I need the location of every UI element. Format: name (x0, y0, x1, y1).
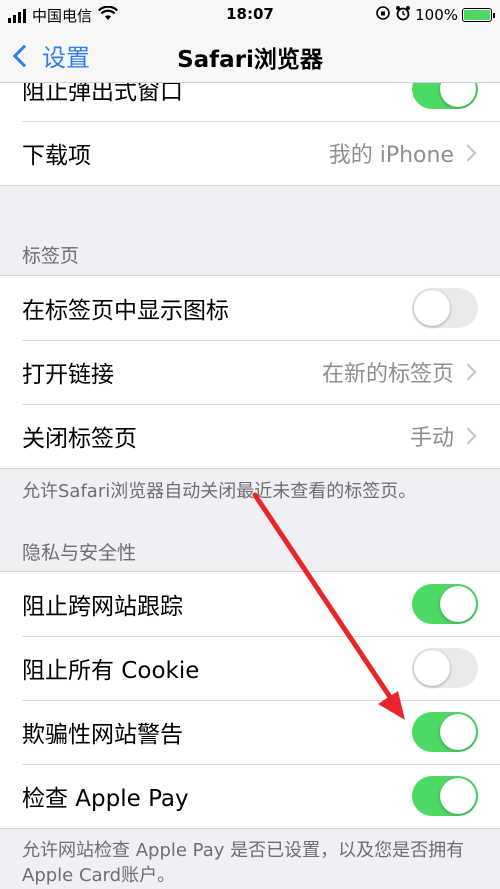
battery-icon (462, 8, 495, 22)
row-label: 阻止所有 Cookie (22, 658, 200, 684)
tabs-group: 在标签页中显示图标 打开链接 在新的标签页 关闭标签页 手动 (0, 275, 500, 469)
row-label: 打开链接 (22, 362, 114, 388)
prevent-cross-site-tracking-toggle[interactable] (412, 584, 478, 624)
close-tabs-row[interactable]: 关闭标签页 手动 (0, 404, 500, 468)
navigation-bar: 设置 Safari浏览器 (0, 30, 500, 83)
downloads-row[interactable]: 下载项 我的 iPhone (0, 121, 500, 185)
check-apple-pay-toggle[interactable] (412, 776, 478, 816)
section-footer-tabs: 允许Safari浏览器自动关闭最近未查看的标签页。 (22, 481, 417, 502)
show-tab-icons-row: 在标签页中显示图标 (0, 276, 500, 340)
section-footer-privacy: 允许网站检查 Apple Pay 是否已设置，以及您是否拥有 Apple Car… (22, 840, 465, 886)
section-header-tabs: 标签页 (22, 245, 80, 267)
page-title: Safari浏览器 (177, 47, 323, 73)
row-label: 检查 Apple Pay (22, 786, 189, 812)
fraudulent-website-warning-toggle[interactable] (412, 712, 478, 752)
alarm-icon (395, 5, 411, 25)
chevron-right-icon (459, 144, 477, 162)
row-value: 我的 iPhone (328, 143, 454, 168)
chevron-right-icon (459, 427, 477, 445)
row-value: 在新的标签页 (321, 362, 454, 387)
show-tab-icons-toggle[interactable] (412, 288, 478, 328)
block-all-cookies-row: 阻止所有 Cookie (0, 636, 500, 700)
row-label: 在标签页中显示图标 (22, 298, 229, 324)
chevron-right-icon (459, 363, 477, 381)
open-links-row[interactable]: 打开链接 在新的标签页 (0, 340, 500, 404)
prevent-cross-site-tracking-row: 阻止跨网站跟踪 (0, 572, 500, 636)
check-apple-pay-row: 检查 Apple Pay (0, 764, 500, 828)
battery-percent: 100% (415, 6, 458, 24)
status-bar: 中国电信 18:07 100% (0, 0, 500, 30)
row-label: 下载项 (22, 143, 91, 169)
fraudulent-website-warning-row: 欺骗性网站警告 (0, 700, 500, 764)
orientation-lock-icon (375, 5, 391, 25)
row-value: 手动 (409, 426, 454, 451)
row-label: 阻止跨网站跟踪 (22, 594, 183, 620)
privacy-group: 阻止跨网站跟踪 阻止所有 Cookie 欺骗性网站警告 检查 Apple Pay (0, 571, 500, 829)
block-all-cookies-toggle[interactable] (412, 648, 478, 688)
row-label: 欺骗性网站警告 (22, 722, 183, 748)
row-label: 关闭标签页 (22, 426, 137, 452)
section-header-privacy: 隐私与安全性 (22, 542, 137, 564)
